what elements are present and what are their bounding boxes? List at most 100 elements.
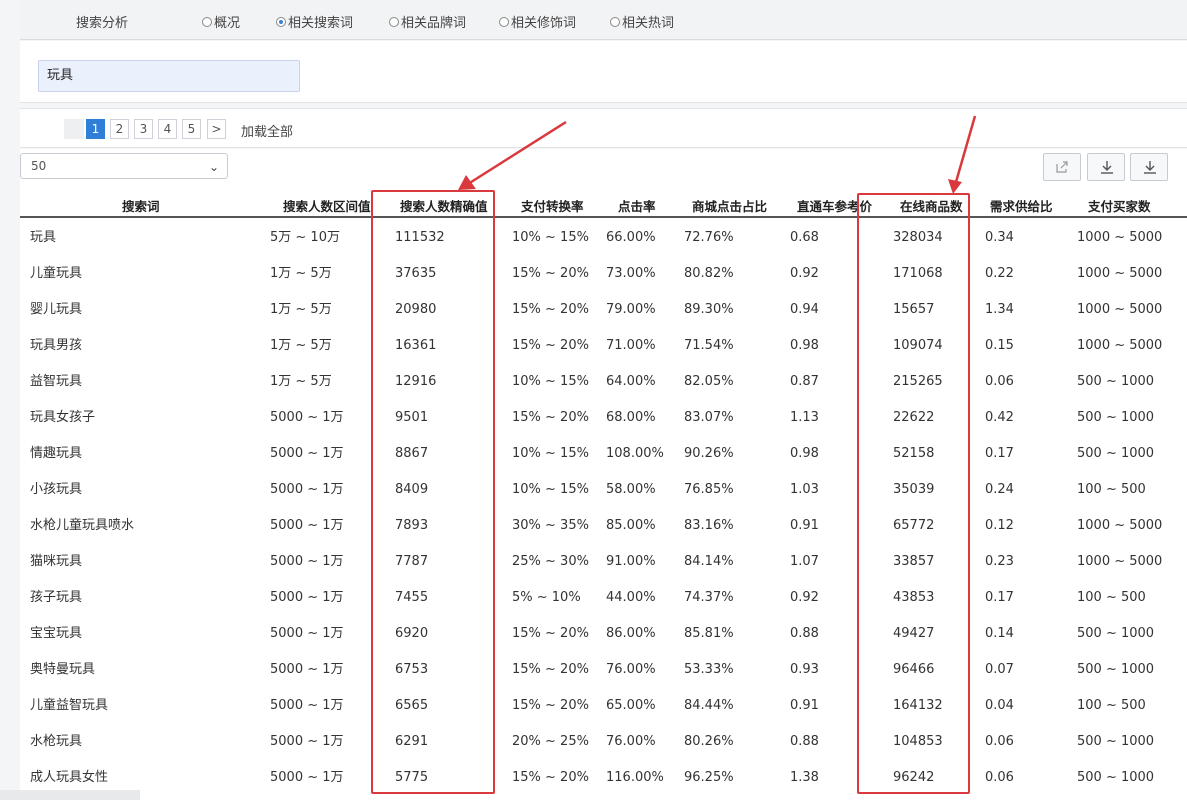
table-cell: 0.98 [790,446,819,461]
table-cell: 1000 ~ 5000 [1077,518,1163,533]
data-table-panel: 50 ⌄ 搜索词 搜索人数区间值 搜索人数精确值 支付转换率 点击率 商城点击占… [20,149,1187,800]
table-cell: 15% ~ 20% [512,266,589,281]
filter-bar-label: 搜索分析 [76,16,129,31]
col-header-mall-click[interactable]: 商城点击占比 [692,196,767,215]
table-cell: 1.13 [790,410,819,425]
share-button[interactable] [1043,153,1081,181]
table-cell[interactable]: 儿童玩具 [30,256,82,292]
table-cell: 68.00% [606,410,656,425]
load-all-link[interactable]: 加载全部 [241,121,293,140]
table-cell[interactable]: 益智玩具 [30,364,82,400]
table-cell: 64.00% [606,374,656,389]
col-header-buyers[interactable]: 支付买家数 [1088,196,1151,215]
table-cell: 0.17 [985,590,1014,605]
table-cell: 30% ~ 35% [512,518,589,533]
page-button-1[interactable]: 1 [86,119,105,139]
table-cell: 71.00% [606,338,656,353]
table-cell: 15% ~ 20% [512,626,589,641]
table-cell: 500 ~ 1000 [1077,770,1155,785]
table-cell[interactable]: 水枪儿童玩具喷水 [30,508,134,544]
table-cell: 1.03 [790,482,819,497]
table-row[interactable]: 成人玩具女性 5000 ~ 1万 5775 15% ~ 20% 116.00% 96.25… [20,760,1187,796]
table-cell: 15% ~ 20% [512,770,589,785]
table-cell: 0.42 [985,410,1014,425]
radio-related-brand-terms[interactable]: 相关品牌词 [389,12,466,31]
table-row[interactable]: 水枪玩具 5000 ~ 1万 6291 20% ~ 25% 76.00% 80.26% 0.… [20,724,1187,760]
table-cell: 0.91 [790,698,819,713]
table-cell: 104853 [893,734,943,749]
page-button-4[interactable]: 4 [158,119,177,139]
table-cell: 5000 ~ 1万 [270,482,344,497]
search-panel: 玩具 [20,41,1187,103]
page-size-select[interactable]: 50 ⌄ [20,153,228,179]
download-button[interactable] [1087,153,1125,181]
table-cell[interactable]: 小孩玩具 [30,472,82,508]
table-row[interactable]: 水枪儿童玩具喷水 5000 ~ 1万 7893 30% ~ 35% 85.00% 83.1… [20,508,1187,544]
radio-checked-icon [276,16,286,27]
table-row[interactable]: 儿童益智玩具 5000 ~ 1万 6565 15% ~ 20% 65.00% 84.44%… [20,688,1187,724]
table-row[interactable]: 猫咪玩具 5000 ~ 1万 7787 25% ~ 30% 91.00% 84.14% 1.… [20,544,1187,580]
table-row[interactable]: 婴儿玩具 1万 ~ 5万 20980 15% ~ 20% 79.00% 89.30% 0.9… [20,292,1187,328]
col-header-search-exact[interactable]: 搜索人数精确值 [400,196,488,215]
table-row[interactable]: 宝宝玩具 5000 ~ 1万 6920 15% ~ 20% 86.00% 85.81% 0.… [20,616,1187,652]
table-cell: 0.15 [985,338,1014,353]
col-header-online-items[interactable]: 在线商品数 [900,196,963,215]
download-all-button[interactable] [1130,153,1168,181]
table-cell: 1万 ~ 5万 [270,338,332,353]
table-cell[interactable]: 孩子玩具 [30,580,82,616]
chevron-down-icon: ⌄ [208,160,219,174]
table-row[interactable]: 玩具 5万 ~ 10万 111532 10% ~ 15% 66.00% 72.76% 0.6… [20,220,1187,256]
table-row[interactable]: 玩具女孩子 5000 ~ 1万 9501 15% ~ 20% 68.00% 83.07% 1… [20,400,1187,436]
radio-label: 相关品牌词 [401,16,467,31]
table-cell: 0.88 [790,626,819,641]
page-next-button[interactable]: > [207,119,226,139]
table-cell[interactable]: 玩具男孩 [30,328,82,364]
table-cell: 0.91 [790,518,819,533]
col-header-keyword[interactable]: 搜索词 [122,196,160,215]
page-button-3[interactable]: 3 [134,119,153,139]
table-cell[interactable]: 猫咪玩具 [30,544,82,580]
table-cell[interactable]: 婴儿玩具 [30,292,82,328]
table-cell: 171068 [893,266,943,281]
search-input[interactable]: 玩具 [38,60,300,92]
table-cell: 5000 ~ 1万 [270,590,344,605]
table-row[interactable]: 情趣玩具 5000 ~ 1万 8867 10% ~ 15% 108.00% 90.26% 0… [20,436,1187,472]
table-cell: 5% ~ 10% [512,590,581,605]
table-cell: 6920 [395,626,429,641]
table-cell: 0.68 [790,230,819,245]
table-row[interactable]: 孩子玩具 5000 ~ 1万 7455 5% ~ 10% 44.00% 74.37% 0.9… [20,580,1187,616]
table-cell: 0.92 [790,590,819,605]
radio-overview[interactable]: 概况 [202,12,240,31]
table-row[interactable]: 小孩玩具 5000 ~ 1万 8409 10% ~ 15% 58.00% 76.85% 1.… [20,472,1187,508]
table-row[interactable]: 玩具男孩 1万 ~ 5万 16361 15% ~ 20% 71.00% 71.54% 0.9… [20,328,1187,364]
table-cell: 85.00% [606,518,656,533]
table-cell: 80.82% [684,266,734,281]
table-cell[interactable]: 情趣玩具 [30,436,82,472]
radio-related-search-terms[interactable]: 相关搜索词 [276,12,353,31]
table-cell: 65772 [893,518,935,533]
table-cell: 76.85% [684,482,734,497]
table-cell[interactable]: 奥特曼玩具 [30,652,95,688]
table-cell: 35039 [893,482,935,497]
col-header-ctr[interactable]: 点击率 [618,196,656,215]
col-header-demand-supply[interactable]: 需求供给比 [990,196,1053,215]
col-header-conversion[interactable]: 支付转换率 [521,196,584,215]
page-button-5[interactable]: 5 [182,119,201,139]
table-cell: 215265 [893,374,943,389]
table-cell[interactable]: 玩具 [30,220,56,256]
table-cell: 52158 [893,446,935,461]
table-row[interactable]: 儿童玩具 1万 ~ 5万 37635 15% ~ 20% 73.00% 80.82% 0.9… [20,256,1187,292]
table-cell: 16361 [395,338,437,353]
table-cell[interactable]: 玩具女孩子 [30,400,95,436]
table-cell: 76.00% [606,734,656,749]
page-button-2[interactable]: 2 [110,119,129,139]
radio-related-hot-terms[interactable]: 相关热词 [610,12,674,31]
table-row[interactable]: 奥特曼玩具 5000 ~ 1万 6753 15% ~ 20% 76.00% 53.33% 0… [20,652,1187,688]
table-cell[interactable]: 儿童益智玩具 [30,688,108,724]
col-header-search-range[interactable]: 搜索人数区间值 [283,196,371,215]
table-cell[interactable]: 宝宝玩具 [30,616,82,652]
table-row[interactable]: 益智玩具 1万 ~ 5万 12916 10% ~ 15% 64.00% 82.05% 0.8… [20,364,1187,400]
radio-related-modifier-terms[interactable]: 相关修饰词 [499,12,576,31]
col-header-ztc-price[interactable]: 直通车参考价 [797,196,872,215]
table-cell[interactable]: 水枪玩具 [30,724,82,760]
